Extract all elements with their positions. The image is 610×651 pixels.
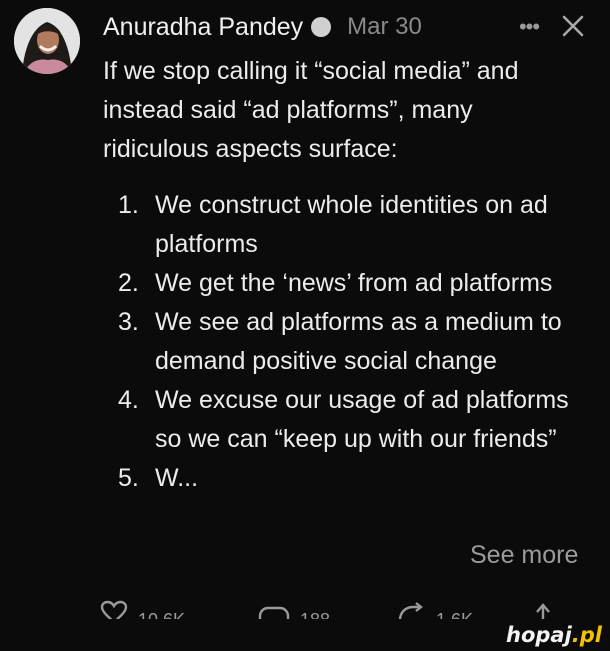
list-number: 2. [118, 269, 139, 297]
list-item: 1. We construct whole identities on ad p… [103, 186, 583, 264]
post-list: 1. We construct whole identities on ad p… [103, 186, 583, 498]
list-number: 4. [118, 386, 139, 414]
list-text: We see ad platforms as a medium to deman… [155, 308, 562, 375]
post-card: Anuradha Pandey Mar 30 ••• If we stop ca… [0, 0, 610, 651]
list-number: 1. [118, 191, 139, 219]
author-name[interactable]: Anuradha Pandey [103, 13, 303, 42]
verified-badge-icon [311, 17, 332, 37]
list-text: We excuse our usage of ad platforms so w… [155, 386, 569, 453]
author-line: Anuradha Pandey Mar 30 [103, 10, 422, 44]
watermark-tld: .pl [571, 623, 602, 647]
more-icon[interactable]: ••• [516, 14, 542, 40]
watermark-logo: hopaj.pl [506, 623, 602, 647]
list-item: 4. We excuse our usage of ad platforms s… [103, 381, 583, 459]
list-number: 5. [118, 464, 139, 492]
list-item: 2. We get the ‘news’ from ad platforms [103, 264, 583, 303]
list-item: 3. We see ad platforms as a medium to de… [103, 303, 583, 381]
list-text: W... [155, 464, 199, 492]
list-item: 5. W... [103, 459, 583, 498]
post-body: If we stop calling it “social media” and… [103, 52, 583, 498]
avatar[interactable] [14, 8, 80, 74]
see-more-link[interactable]: See more [470, 537, 579, 573]
post-date[interactable]: Mar 30 [347, 13, 422, 41]
close-icon[interactable] [560, 13, 586, 39]
list-text: We get the ‘news’ from ad platforms [155, 269, 553, 297]
list-text: We construct whole identities on ad plat… [155, 191, 548, 258]
list-number: 3. [118, 308, 139, 336]
watermark-name: hopaj [506, 623, 572, 647]
post-intro: If we stop calling it “social media” and… [103, 57, 519, 163]
